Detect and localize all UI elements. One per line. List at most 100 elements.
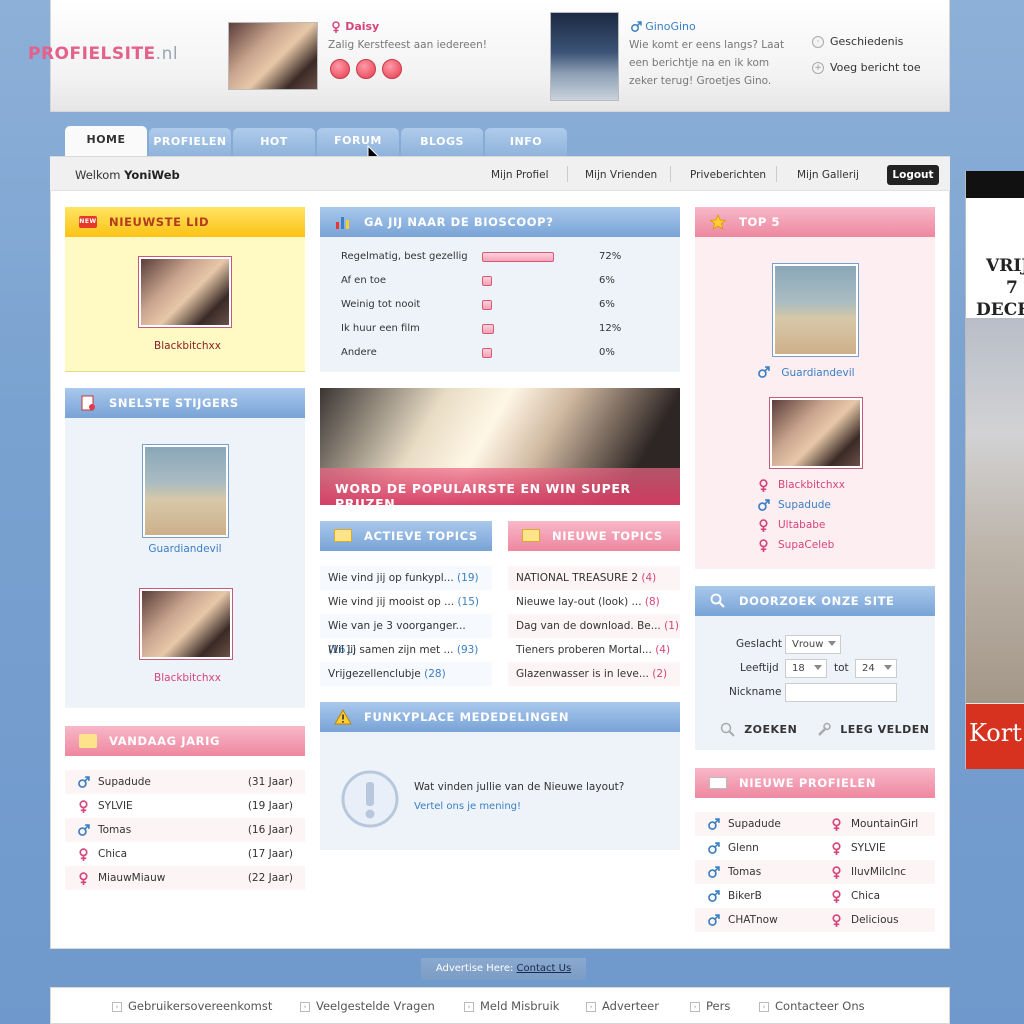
top5-item[interactable]: Blackbitchxx — [757, 478, 927, 498]
top5-header: TOP 5 — [695, 207, 935, 237]
topic-row[interactable]: NATIONAL TREASURE 2 (4) — [508, 566, 680, 590]
age-to-select[interactable]: 24 — [855, 659, 897, 678]
age-from-select[interactable]: 18 — [785, 659, 827, 678]
member-age: (16 Jaar) — [247, 824, 293, 836]
profile-link[interactable]: IluvMilcInc — [830, 860, 906, 884]
profile-link[interactable]: SYLVIE — [830, 836, 886, 860]
tab-forum[interactable]: FORUM — [317, 128, 399, 156]
poll-option-label: Ik huur een film — [341, 323, 420, 334]
logout-button[interactable]: Logout — [887, 165, 939, 185]
male-icon — [631, 21, 642, 32]
profile-link[interactable]: Glenn — [707, 836, 759, 860]
profile-link[interactable]: MountainGirl — [830, 812, 918, 836]
footer-link-faq[interactable]: › Veelgestelde Vragen — [300, 999, 435, 1013]
poll-option[interactable]: Andere 0% — [320, 343, 680, 367]
history-link[interactable]: · Geschiedenis — [812, 35, 903, 48]
newest-member-name[interactable]: Blackbitchxx — [65, 340, 310, 352]
gender-select[interactable]: Vrouw — [785, 635, 841, 654]
promo-banner[interactable]: WORD DE POPULAIRSTE EN WIN SUPER PRIJZEN — [320, 388, 680, 505]
topic-row[interactable]: Wie vind jij op funkypl... (19) — [320, 566, 492, 590]
riser-photo-2[interactable] — [139, 588, 233, 660]
tab-blogs[interactable]: BLOGS — [401, 128, 483, 156]
poll-option[interactable]: Af en toe 6% — [320, 271, 680, 295]
top5-photo-2[interactable] — [769, 397, 863, 469]
featured-name-ginogino[interactable]: GinoGino — [630, 20, 696, 33]
top5-item[interactable]: Supadude — [757, 498, 927, 518]
member-name: Blackbitchxx — [778, 479, 845, 491]
tab-profielen[interactable]: PROFIELEN — [149, 128, 231, 156]
age-to-label: tot — [834, 662, 849, 674]
new-profiles-header: NIEUWE PROFIELEN — [695, 768, 935, 798]
poll-option[interactable]: Regelmatig, best gezellig 72% — [320, 247, 680, 271]
top5-name-1[interactable]: Guardiandevil — [757, 366, 855, 379]
topic-count: (19) — [457, 572, 479, 584]
profile-link[interactable]: BikerB — [707, 884, 762, 908]
tab-hot[interactable]: HOT — [233, 128, 315, 156]
contact-us-link[interactable]: Contact Us — [517, 963, 572, 974]
poll-option-label: Weinig tot nooit — [341, 299, 421, 310]
member-name: MountainGirl — [851, 818, 919, 830]
nav-my-friends[interactable]: Mijn Vrienden — [585, 169, 657, 181]
riser-photo-1[interactable] — [142, 444, 229, 538]
profile-link[interactable]: CHATnow — [707, 908, 778, 932]
add-message-link[interactable]: + Voeg bericht toe — [812, 61, 921, 74]
profile-link[interactable]: Delicious — [830, 908, 899, 932]
topic-count: (1) — [664, 620, 679, 632]
topic-row[interactable]: Vrijgezellenclubje (28) — [320, 662, 492, 686]
birthday-row[interactable]: SYLVIE (19 Jaar) — [65, 794, 305, 818]
footer-link-contact[interactable]: › Contacteer Ons — [759, 999, 865, 1013]
topic-row[interactable]: Wie vind jij mooist op ... (15) — [320, 590, 492, 614]
poll-option[interactable]: Weinig tot nooit 6% — [320, 295, 680, 319]
birthday-row[interactable]: Chica (17 Jaar) — [65, 842, 305, 866]
advertisement-banner[interactable]: VRIJ 7 DECE 20 Kort — [965, 171, 1024, 769]
member-photo — [141, 259, 229, 325]
birthday-row[interactable]: Supadude (31 Jaar) — [65, 770, 305, 794]
profile-link[interactable]: Chica — [830, 884, 880, 908]
heart-icon — [356, 59, 376, 79]
footer-link-report[interactable]: › Meld Misbruik — [464, 999, 559, 1013]
nickname-input[interactable] — [785, 683, 897, 702]
topic-title: NATIONAL TREASURE 2 — [516, 572, 639, 584]
profile-row: Supadude MountainGirl — [695, 812, 935, 836]
footer-link-terms[interactable]: › Gebruikersovereenkomst — [112, 999, 272, 1013]
member-photo — [145, 447, 226, 535]
profile-link[interactable]: Tomas — [707, 860, 761, 884]
tab-home[interactable]: HOME — [65, 126, 147, 156]
featured-name-daisy[interactable]: Daisy — [330, 20, 379, 33]
plus-icon: + — [812, 62, 824, 74]
member-name: SupaCeleb — [778, 539, 835, 551]
tab-info[interactable]: INFO — [485, 128, 567, 156]
member-name: Tomas — [98, 824, 132, 836]
nav-private-messages[interactable]: Priveberichten — [690, 169, 766, 181]
search-button[interactable]: ZOEKEN — [720, 722, 797, 737]
birthday-row[interactable]: MiauwMiauw (22 Jaar) — [65, 866, 305, 890]
arrow-icon: › — [464, 1001, 474, 1012]
topic-row[interactable]: Wil jij samen zijn met ... (93) — [320, 638, 492, 662]
top5-item[interactable]: Ultababe — [757, 518, 927, 538]
newest-member-photo[interactable] — [138, 256, 232, 328]
featured-photo-ginogino[interactable] — [550, 12, 619, 101]
profile-link[interactable]: Supadude — [707, 812, 781, 836]
nav-my-gallery[interactable]: Mijn Gallerij — [797, 169, 859, 181]
site-logo[interactable]: PROFIELSITE.nl — [28, 44, 178, 64]
top5-item[interactable]: SupaCeleb — [757, 538, 927, 558]
footer-link-advertise[interactable]: › Adverteer — [586, 999, 659, 1013]
featured-photo-daisy[interactable] — [228, 22, 318, 90]
male-icon — [708, 841, 720, 854]
footer-link-press[interactable]: › Pers — [690, 999, 730, 1013]
announcement-link[interactable]: Vertel ons je mening! — [414, 801, 521, 812]
arrow-icon: › — [300, 1001, 310, 1012]
topic-row[interactable]: Dag van de download. Be... (1) — [508, 614, 680, 638]
nav-my-profile[interactable]: Mijn Profiel — [491, 169, 549, 181]
riser-name-1[interactable]: Guardiandevil — [65, 543, 305, 555]
top5-photo-1[interactable] — [772, 263, 859, 357]
birthday-row[interactable]: Tomas (16 Jaar) — [65, 818, 305, 842]
riser-name-2[interactable]: Blackbitchxx — [65, 672, 310, 684]
topic-row[interactable]: Glazenwasser is in leve... (2) — [508, 662, 680, 686]
poll-option[interactable]: Ik huur een film 12% — [320, 319, 680, 343]
topic-row[interactable]: Tieners proberen Mortal... (4) — [508, 638, 680, 662]
topic-row[interactable]: Wie van je 3 voorganger... (161) — [320, 614, 492, 656]
clear-fields-button[interactable]: LEEG VELDEN — [816, 722, 929, 737]
topic-row[interactable]: Nieuwe lay-out (look) ... (8) — [508, 590, 680, 614]
ad-building-image — [966, 318, 1024, 703]
